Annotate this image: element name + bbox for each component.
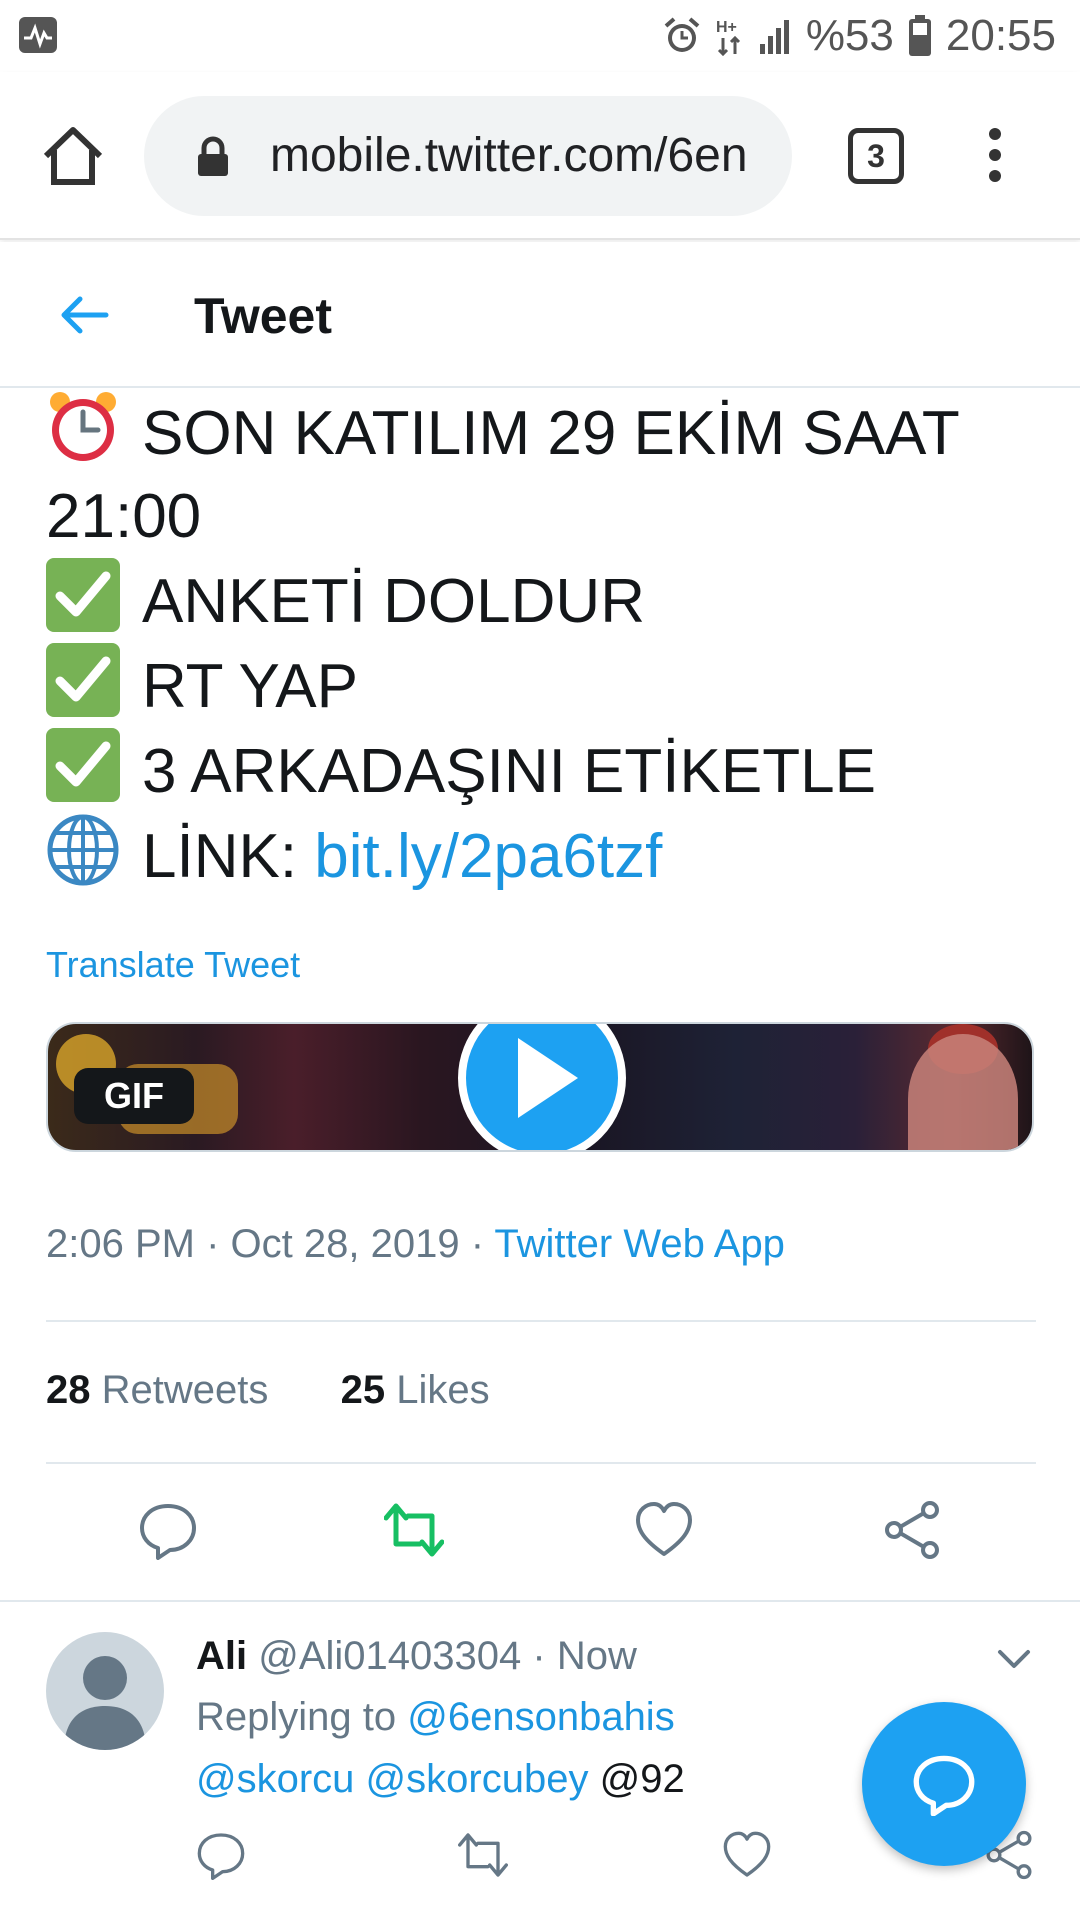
tweet-actions xyxy=(0,1500,1080,1568)
tweet-line: 3 ARKADAŞINI ETİKETLE xyxy=(46,728,1036,813)
page-header: Tweet xyxy=(0,242,1080,388)
tweet-date: Oct 28, 2019 xyxy=(230,1222,460,1266)
tweet-line: SON KATILIM 29 EKİM SAAT xyxy=(46,390,1036,475)
reply-author-handle[interactable]: @Ali01403304 xyxy=(258,1634,521,1678)
retweets-stat[interactable]: 28 Retweets xyxy=(46,1368,268,1412)
mention-text: @92 xyxy=(599,1757,685,1801)
tweet-link[interactable]: bit.ly/2pa6tzf xyxy=(314,822,662,891)
url-text[interactable]: mobile.twitter.com/6en xyxy=(270,126,780,186)
share-icon[interactable] xyxy=(882,1500,942,1560)
likes-stat[interactable]: 25 Likes xyxy=(341,1368,490,1412)
globe-icon xyxy=(47,814,119,886)
check-mark-icon xyxy=(46,643,120,717)
like-icon[interactable] xyxy=(722,1830,772,1880)
reply-text: @skorcu @skorcubey @92 xyxy=(196,1752,685,1806)
retweet-icon[interactable] xyxy=(384,1500,444,1560)
reply-time: Now xyxy=(556,1634,637,1678)
tweet-source[interactable]: Twitter Web App xyxy=(494,1222,785,1266)
tweet-stats: 28 Retweets 25 Likes xyxy=(46,1368,490,1413)
svg-text:H+: H+ xyxy=(716,19,737,36)
alarm-icon xyxy=(664,17,700,52)
avatar[interactable] xyxy=(46,1632,164,1750)
status-bar: H+ %53 20:55 xyxy=(0,0,1080,72)
divider xyxy=(46,1320,1036,1322)
battery-icon xyxy=(908,15,931,56)
overflow-menu-icon[interactable] xyxy=(980,122,1010,192)
home-icon[interactable] xyxy=(40,122,106,188)
battery-percent: %53 xyxy=(805,11,894,60)
clock: 20:55 xyxy=(945,11,1056,60)
address-bar[interactable]: mobile.twitter.com/6en xyxy=(144,96,792,216)
divider xyxy=(0,1600,1080,1602)
check-mark-icon xyxy=(46,558,120,632)
tweet-line: LİNK: bit.ly/2pa6tzf xyxy=(46,813,1036,898)
play-icon[interactable] xyxy=(442,1022,642,1152)
reply-icon[interactable] xyxy=(138,1500,198,1560)
activity-notification-icon xyxy=(19,17,57,53)
tweet-meta: 2:06 PM · Oct 28, 2019 · Twitter Web App xyxy=(46,1222,785,1266)
divider xyxy=(46,1462,1036,1464)
like-icon[interactable] xyxy=(634,1500,694,1560)
mention-link[interactable]: @skorcu xyxy=(196,1757,354,1801)
tweet-time: 2:06 PM xyxy=(46,1222,195,1266)
retweet-icon[interactable] xyxy=(458,1830,508,1880)
tweet-line: ANKETİ DOLDUR xyxy=(46,558,1036,643)
gif-badge: GIF xyxy=(74,1068,194,1124)
lock-icon xyxy=(198,136,228,176)
check-mark-icon xyxy=(46,728,120,802)
back-arrow-icon[interactable] xyxy=(56,290,112,340)
alarm-clock-icon xyxy=(50,392,116,461)
reply-author-name[interactable]: Ali xyxy=(196,1634,247,1678)
tabs-icon[interactable]: 3 xyxy=(848,128,904,184)
tweet-line: RT YAP xyxy=(46,643,1036,728)
compose-icon xyxy=(913,1755,975,1816)
gif-media[interactable]: GIF xyxy=(46,1022,1034,1152)
replying-to-link[interactable]: @6ensonbahis xyxy=(407,1695,674,1739)
reply-icon[interactable] xyxy=(196,1830,246,1880)
translate-tweet-link[interactable]: Translate Tweet xyxy=(46,944,300,986)
replying-to: Replying to @6ensonbahis xyxy=(196,1695,675,1739)
reply-header: Ali @Ali01403304 · Now xyxy=(196,1634,637,1678)
compose-reply-button[interactable] xyxy=(862,1702,1026,1866)
default-avatar-icon xyxy=(64,1656,146,1750)
chevron-down-icon[interactable] xyxy=(994,1644,1034,1674)
tweet-text: SON KATILIM 29 EKİM SAAT 21:00 ANKETİ DO… xyxy=(46,390,1036,898)
tweet-line: 21:00 xyxy=(46,482,202,551)
network-type-icon: H+ xyxy=(716,19,740,56)
browser-toolbar: mobile.twitter.com/6en 3 xyxy=(0,72,1080,240)
mention-link[interactable]: @skorcubey xyxy=(366,1757,589,1801)
page-title: Tweet xyxy=(194,288,332,344)
signal-icon xyxy=(759,20,789,54)
